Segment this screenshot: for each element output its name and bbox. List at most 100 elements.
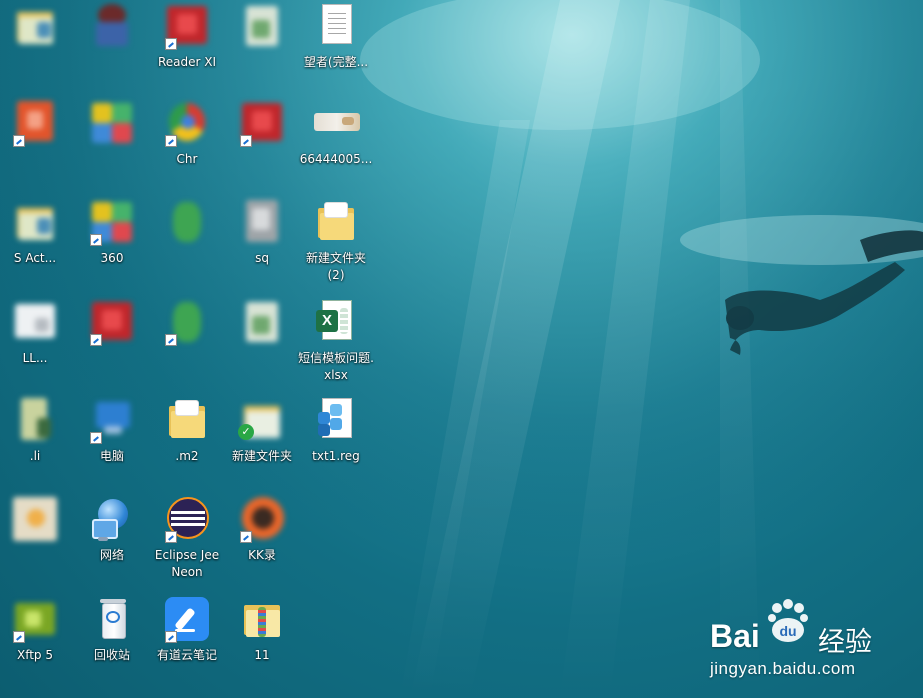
desktop-icon[interactable]: KK录 xyxy=(224,493,300,585)
desktop-icon-label: 网络 xyxy=(99,548,124,562)
desktop-icon[interactable]: X 短信模板问题.xlsx xyxy=(298,296,374,388)
desktop-icon[interactable] xyxy=(74,97,150,189)
shortcut-arrow-icon xyxy=(165,531,177,543)
folder-icon xyxy=(163,396,211,444)
desktop-icon[interactable]: Eclipse Jee Neon xyxy=(149,493,225,585)
desktop-icon[interactable]: .li xyxy=(0,394,73,486)
desktop-icon-label: S Act... xyxy=(13,251,57,265)
doc-icon xyxy=(238,298,286,346)
desktop-icon[interactable]: 66444005... xyxy=(298,97,374,189)
baidu-jingyan-watermark: du Bai 经验 jingyan.baidu.com xyxy=(706,596,906,686)
watermark-url: jingyan.baidu.com xyxy=(710,659,856,678)
grey-icon xyxy=(238,198,286,246)
desktop-icon[interactable]: Xftp 5 xyxy=(0,593,73,685)
shortcut-arrow-icon xyxy=(165,135,177,147)
shortcut-arrow-icon xyxy=(90,334,102,346)
desktop-icon-label: LL... xyxy=(22,351,48,365)
desktop-icon-label: 新建文件夹 (2) xyxy=(305,251,366,282)
youdao-icon xyxy=(163,595,211,643)
reg-icon xyxy=(312,396,360,444)
app-icon xyxy=(88,2,136,50)
shortcut-arrow-icon xyxy=(13,631,25,643)
shortcut-arrow-icon xyxy=(165,38,177,50)
desktop-icon[interactable]: 电脑 xyxy=(74,394,150,486)
desktop-icon-label: KK录 xyxy=(248,548,276,562)
desktop-icon[interactable]: 回收站 xyxy=(74,593,150,685)
colorful-icon xyxy=(88,198,136,246)
desktop-icon[interactable] xyxy=(0,493,73,585)
shortcut-arrow-icon xyxy=(240,135,252,147)
xftp-icon xyxy=(11,595,59,643)
watermark-brand-left: Bai xyxy=(710,618,760,654)
doc-icon xyxy=(238,2,286,50)
colorful-icon xyxy=(88,99,136,147)
desktop-icon[interactable]: 望者(完整... xyxy=(298,0,374,92)
blue-icon xyxy=(88,396,136,444)
desktop-icon-label: .m2 xyxy=(175,449,199,463)
recycle-icon xyxy=(88,595,136,643)
eclipse-icon xyxy=(163,495,211,543)
shortcut-arrow-icon xyxy=(240,531,252,543)
desktop-icon[interactable] xyxy=(224,97,300,189)
desktop-icon[interactable]: LL... xyxy=(0,296,73,388)
desktop-icon-label: Reader XI xyxy=(157,55,217,69)
photo-icon xyxy=(11,495,59,543)
desktop-icon-label: 短信模板问题.xlsx xyxy=(298,351,374,382)
white-icon xyxy=(11,298,59,346)
desktop-icon-label: Chr xyxy=(176,152,198,166)
orange-icon xyxy=(11,99,59,147)
desktop-icon[interactable]: sq xyxy=(224,196,300,288)
desktop-icon[interactable]: S Act... xyxy=(0,196,73,288)
shortcut-arrow-icon xyxy=(13,135,25,147)
desktop-icon-label: 360 xyxy=(100,251,124,265)
desktop-icon-label: 望者(完整... xyxy=(303,55,369,69)
desktop-icon[interactable] xyxy=(74,296,150,388)
desktop-icon-label: 新建文件夹 xyxy=(231,449,292,463)
desktop-icon[interactable]: 有道云笔记 xyxy=(149,593,225,685)
red-icon xyxy=(163,2,211,50)
desktop-icon-label: Eclipse Jee Neon xyxy=(154,548,220,579)
desktop-icon[interactable]: 网络 xyxy=(74,493,150,585)
desktop-icon[interactable] xyxy=(149,296,225,388)
desktop-icon-label: 回收站 xyxy=(93,648,130,662)
desktop-icon[interactable] xyxy=(224,0,300,92)
shortcut-arrow-icon xyxy=(90,432,102,444)
desktop-icon-label: 电脑 xyxy=(99,449,124,463)
desktop-icon[interactable] xyxy=(0,97,73,189)
check-folder-icon: ✓ xyxy=(238,396,286,444)
network-icon xyxy=(88,495,136,543)
desktop-icon[interactable]: Chr xyxy=(149,97,225,189)
green-icon xyxy=(163,198,211,246)
desktop-icon[interactable]: 11 xyxy=(224,593,300,685)
kk-icon xyxy=(238,495,286,543)
desktop-icon[interactable] xyxy=(149,196,225,288)
desktop-icon-label: 11 xyxy=(254,648,270,662)
chrome-icon xyxy=(163,99,211,147)
desktop-icon[interactable]: Reader XI xyxy=(149,0,225,92)
person-icon xyxy=(11,396,59,444)
desktop-icon[interactable]: txt1.reg xyxy=(298,394,374,486)
desktop-icon-label: 有道云笔记 xyxy=(156,648,217,662)
folder-icon xyxy=(11,198,59,246)
desktop-icon[interactable] xyxy=(224,296,300,388)
zip-folder-icon xyxy=(238,595,286,643)
desktop-icon-label: txt1.reg xyxy=(312,449,360,463)
desktop-icon[interactable]: 新建文件夹 (2) xyxy=(298,196,374,288)
desktop-icon-label: Xftp 5 xyxy=(16,648,53,662)
desktop-icon[interactable]: 360 xyxy=(74,196,150,288)
image-file-icon xyxy=(312,99,360,147)
red-icon xyxy=(238,99,286,147)
watermark-brand-right: 经验 xyxy=(818,627,872,658)
desktop-icon[interactable] xyxy=(74,0,150,92)
shortcut-arrow-icon xyxy=(165,334,177,346)
green-icon xyxy=(163,298,211,346)
desktop-icon-label: 66444005... xyxy=(299,152,373,166)
folder-icon xyxy=(312,198,360,246)
desktop-icon-label: sq xyxy=(255,251,269,265)
desktop-icon[interactable]: .m2 xyxy=(149,394,225,486)
desktop-icon[interactable]: ✓ 新建文件夹 xyxy=(224,394,300,486)
shortcut-arrow-icon xyxy=(165,631,177,643)
desktop-icon[interactable] xyxy=(0,0,73,92)
text-doc-icon xyxy=(312,2,360,50)
folder-icon xyxy=(11,2,59,50)
